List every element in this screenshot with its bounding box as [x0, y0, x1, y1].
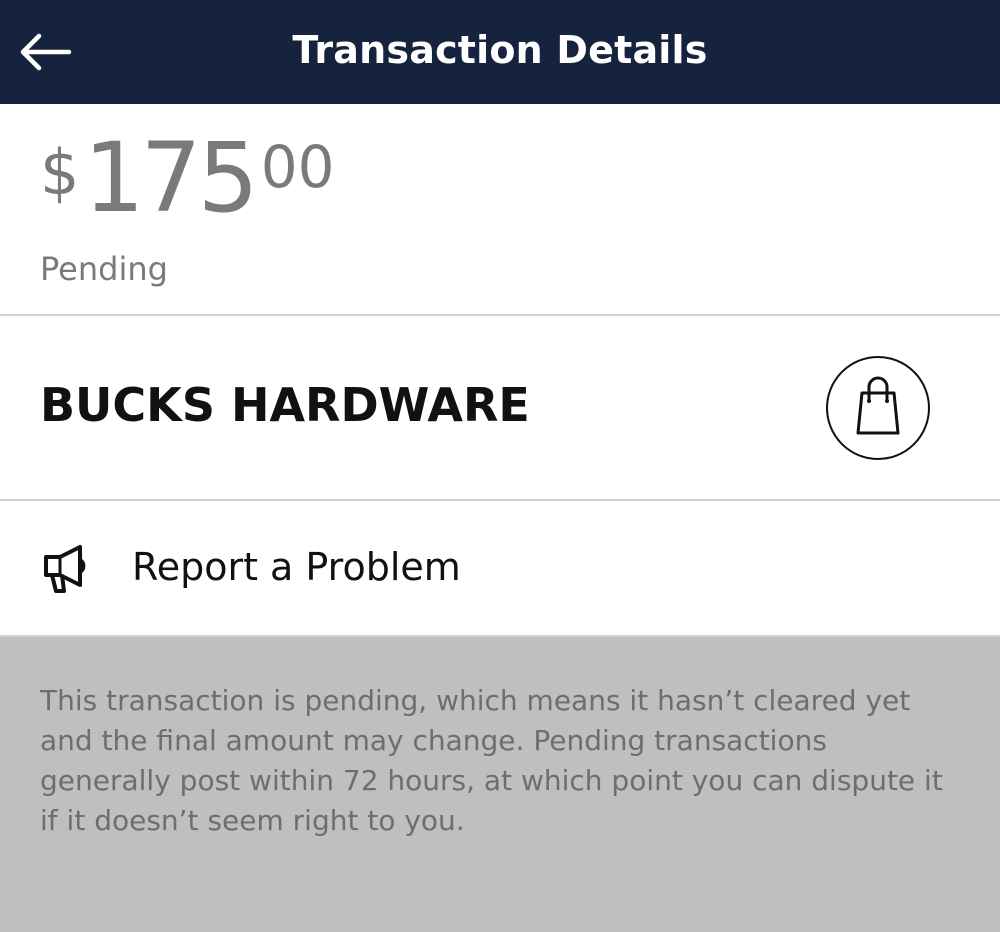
- amount-section: $ 175 00 Pending: [0, 104, 1000, 316]
- amount-whole: 175: [83, 122, 258, 234]
- currency-symbol: $: [40, 136, 80, 209]
- shopping-bag-icon: [856, 376, 900, 435]
- merchant-section: BUCKS HARDWARE: [0, 316, 1000, 501]
- pending-info-text: This transaction is pending, which means…: [40, 684, 943, 837]
- transaction-amount: $ 175 00: [40, 130, 335, 226]
- app-bar: Transaction Details: [0, 0, 1000, 104]
- megaphone-icon: [44, 545, 86, 593]
- pending-info-section: This transaction is pending, which means…: [0, 637, 1000, 932]
- page-title: Transaction Details: [292, 28, 708, 72]
- amount-cents: 00: [260, 133, 335, 201]
- report-problem-label: Report a Problem: [132, 545, 461, 589]
- status-label: Pending: [40, 250, 168, 288]
- report-problem-row[interactable]: Report a Problem: [0, 501, 1000, 637]
- merchant-category-badge: [826, 356, 930, 460]
- merchant-name: BUCKS HARDWARE: [40, 378, 530, 432]
